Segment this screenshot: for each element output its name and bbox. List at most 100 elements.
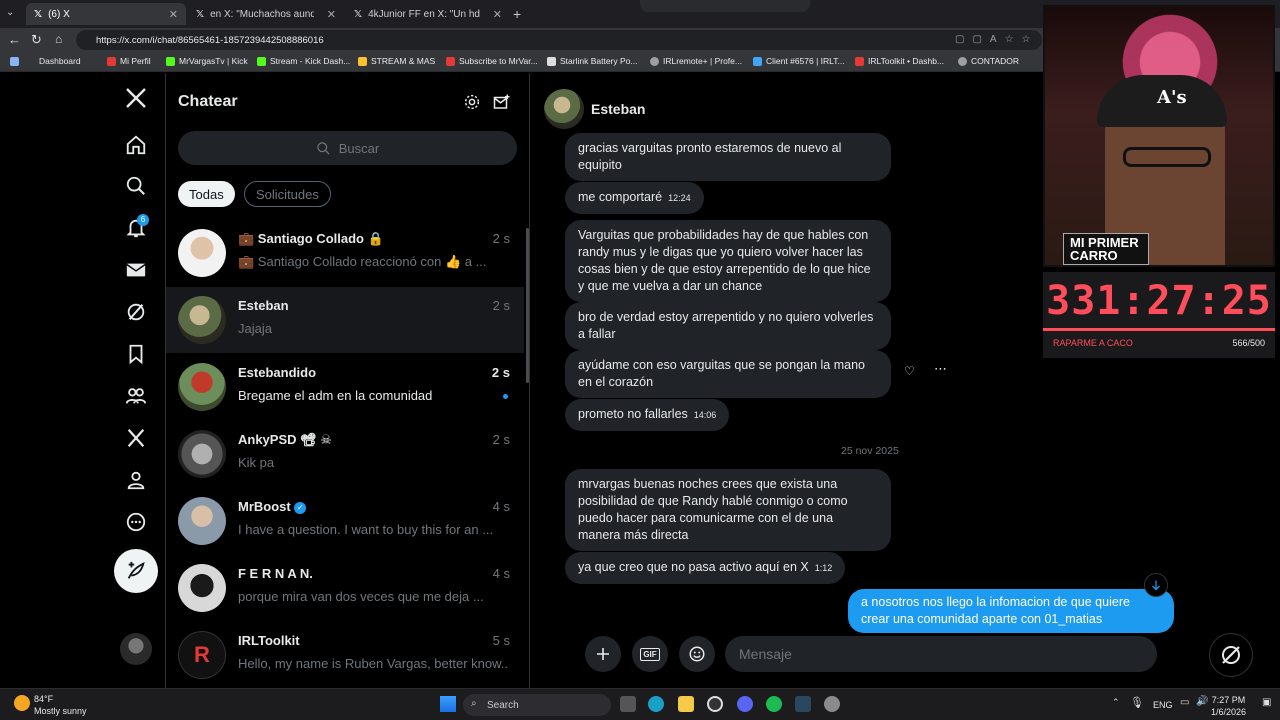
more-icon[interactable]: [122, 508, 150, 536]
discord-icon[interactable]: [737, 696, 753, 712]
message-bubble[interactable]: bro de verdad estoy arrepentido y no qui…: [565, 302, 891, 350]
unread-dot: [503, 394, 508, 399]
new-message-icon[interactable]: [493, 93, 511, 116]
profile-icon[interactable]: [122, 466, 150, 494]
message-bubble[interactable]: mrvargas buenas noches crees que exista …: [565, 469, 891, 551]
chat-item-esteban[interactable]: Esteban 2 s Jajaja: [166, 287, 524, 353]
spotify-icon[interactable]: [766, 696, 782, 712]
scroll-to-bottom-button[interactable]: [1144, 573, 1168, 597]
edge-icon[interactable]: [648, 696, 664, 712]
chat-item-mrboost[interactable]: MrBoost ✓ 4 s I have a question. I want …: [166, 488, 524, 554]
notification-badge: 6: [137, 214, 149, 226]
message-bubble[interactable]: ya que creo que no pasa activo aquí en X…: [565, 552, 846, 584]
microphone-icon[interactable]: 🎙: [1130, 696, 1144, 709]
bookmark-kick-dash[interactable]: Stream - Kick Dash...: [257, 56, 350, 66]
system-clock[interactable]: 7:27 PM 1/6/2026: [1211, 694, 1246, 718]
network-icon[interactable]: ▭: [1180, 697, 1189, 708]
task-view-icon[interactable]: [620, 696, 636, 712]
chat-item-ankypsd[interactable]: AnkyPSD 📽 ☠ 2 s Kik pa: [166, 421, 524, 487]
bookmark-starlink[interactable]: Starlink Battery Po...: [547, 56, 637, 66]
search-input[interactable]: Buscar: [178, 131, 517, 165]
file-explorer-icon[interactable]: [678, 696, 694, 712]
settings-icon[interactable]: [463, 93, 481, 116]
grok-icon[interactable]: [122, 298, 150, 326]
chat-time: 5 s: [492, 633, 510, 648]
chat-item-irltoolkit[interactable]: R IRLToolkit 5 s Hello, my name is Ruben…: [166, 622, 524, 688]
my-message-bubble[interactable]: a nosotros nos llego la infomacion de qu…: [848, 589, 1174, 633]
chat-preview: I have a question. I want to buy this fo…: [238, 522, 494, 537]
conversation-avatar[interactable]: [544, 89, 584, 129]
reload-icon[interactable]: ↻: [31, 32, 42, 48]
close-tab-icon[interactable]: ✕: [169, 8, 178, 21]
bookmark-mi-perfil[interactable]: Mi Perfil: [107, 56, 151, 66]
x-logo-icon[interactable]: [122, 84, 150, 112]
chat-preview: 💼 Santiago Collado reaccionó con 👍 a ...: [238, 254, 487, 269]
bookmark-irltoolkit[interactable]: IRLToolkit • Dashb...: [855, 56, 944, 66]
bookmark-dashboard[interactable]: Dashboard: [10, 56, 81, 66]
weather-widget[interactable]: 84°F Mostly sunny: [34, 693, 87, 717]
message-bubble[interactable]: Varguitas que probabilidades hay de que …: [565, 220, 891, 302]
message-bubble[interactable]: gracias varguitas pronto estaremos de nu…: [565, 133, 891, 181]
account-avatar[interactable]: [120, 633, 152, 665]
chat-list-title: Chatear: [178, 93, 238, 110]
settings-app-icon[interactable]: [824, 696, 840, 712]
tray-overflow-icon[interactable]: ⌃: [1112, 697, 1120, 708]
filter-requests-tab[interactable]: Solicitudes: [244, 181, 331, 207]
bookmarks-icon[interactable]: [122, 340, 150, 368]
grok-button[interactable]: [1209, 633, 1253, 677]
compose-post-button[interactable]: [114, 549, 158, 593]
weather-icon[interactable]: [14, 695, 30, 711]
clock-time: 7:27 PM: [1211, 695, 1246, 705]
chat-item-santiago[interactable]: 💼 Santiago Collado 🔒 2 s 💼 Santiago Coll…: [166, 220, 524, 286]
message-bubble[interactable]: ayúdame con eso varguitas que se pongan …: [565, 350, 891, 398]
bookmark-stream[interactable]: STREAM & MAS: [358, 56, 435, 66]
tab-list-icon[interactable]: ⌄: [6, 7, 20, 21]
bookmark-subscribe[interactable]: Subscribe to MrVar...: [446, 56, 538, 66]
url-field[interactable]: https://x.com/i/chat/86565461-1857239442…: [76, 30, 1042, 50]
bookmark-client[interactable]: Client #6576 | IRLT...: [753, 56, 845, 66]
browser-tab-3[interactable]: 𝕏 4kJunior FF en X: "Un hdpt facto: e ✕: [346, 3, 510, 25]
communities-icon[interactable]: [122, 382, 150, 410]
home-icon[interactable]: [122, 131, 150, 159]
clock-date: 1/6/2026: [1210, 707, 1246, 717]
window-drag-region: [640, 0, 810, 12]
weather-temp: 84°F: [34, 694, 54, 704]
notification-center-icon[interactable]: ▣: [1262, 697, 1271, 708]
taskbar-search[interactable]: ⌕ Search: [463, 694, 611, 716]
bookmark-kick[interactable]: MrVargasTv | Kick: [166, 56, 248, 66]
conversation-name[interactable]: Esteban: [591, 101, 645, 117]
add-attachment-button[interactable]: [585, 636, 621, 672]
chat-preview: Kik pa: [238, 455, 275, 470]
new-tab-icon[interactable]: +: [513, 6, 521, 22]
messages-icon[interactable]: [122, 256, 150, 284]
chat-list-scrollbar[interactable]: [526, 228, 529, 383]
message-input[interactable]: [725, 636, 1157, 672]
home-browser-icon[interactable]: ⌂: [55, 32, 62, 46]
language-indicator[interactable]: ENG: [1153, 700, 1173, 710]
explore-icon[interactable]: [122, 172, 150, 200]
search-placeholder: Buscar: [338, 140, 380, 156]
message-bubble[interactable]: me comportaré 12:24: [565, 182, 704, 214]
message-time: 1:12: [814, 563, 833, 573]
bookmark-contador[interactable]: CONTADOR: [958, 56, 1019, 66]
react-icon[interactable]: ♡: [904, 364, 915, 378]
back-icon[interactable]: ←: [8, 32, 21, 47]
avatar: [178, 497, 226, 545]
premium-icon[interactable]: [122, 424, 150, 452]
chat-item-fernan[interactable]: F E R N A N. 4 s porque mira van dos vec…: [166, 555, 524, 621]
close-tab-icon[interactable]: ✕: [493, 8, 502, 21]
browser-tab-2[interactable]: 𝕏 en X: "Muchachos aunque a m ✕: [188, 3, 344, 25]
volume-icon[interactable]: 🔊: [1196, 696, 1208, 707]
filter-all-tab[interactable]: Todas: [178, 181, 235, 207]
message-bubble[interactable]: prometo no fallarles 14:06: [565, 399, 730, 431]
steam-icon[interactable]: [795, 696, 811, 712]
start-icon[interactable]: [440, 696, 456, 712]
obs-icon[interactable]: [707, 696, 723, 712]
browser-tab-1[interactable]: 𝕏 (6) X ✕: [26, 3, 186, 25]
close-tab-icon[interactable]: ✕: [327, 8, 336, 21]
chat-item-estebandido[interactable]: Estebandido 2 s Bregame el adm en la com…: [166, 354, 524, 420]
message-more-icon[interactable]: ⋯: [934, 361, 947, 377]
gif-button[interactable]: GIF: [632, 636, 668, 672]
bookmark-irlremote[interactable]: IRLremote+ | Profe...: [650, 56, 742, 66]
emoji-button[interactable]: [679, 636, 715, 672]
